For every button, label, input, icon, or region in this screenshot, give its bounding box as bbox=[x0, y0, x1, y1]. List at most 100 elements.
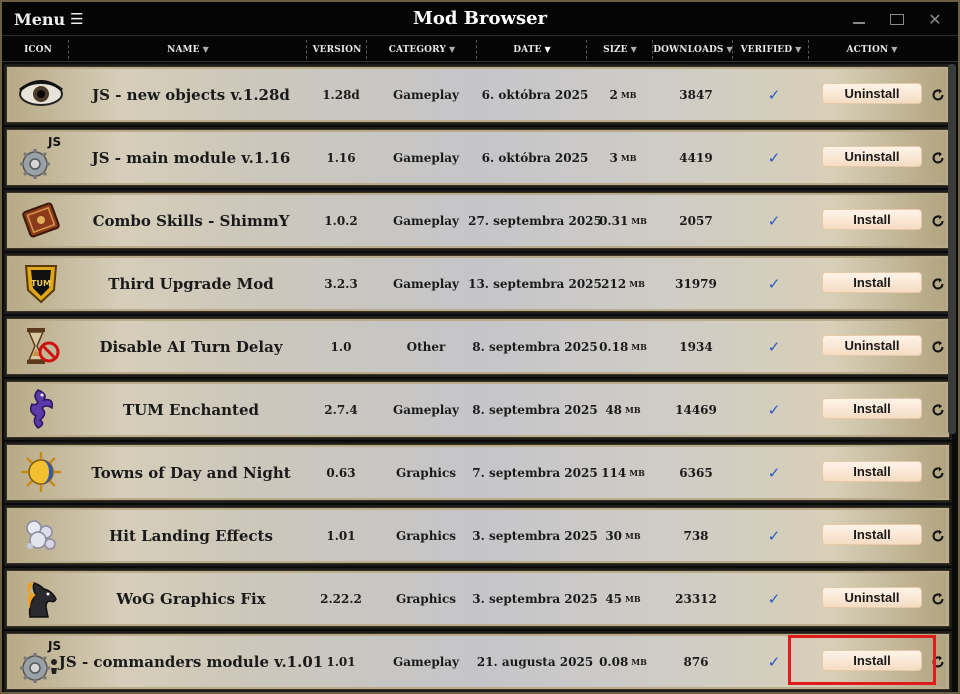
mod-name: JS - main module v.1.16 bbox=[91, 148, 291, 167]
refresh-icon[interactable] bbox=[931, 276, 945, 290]
mod-size: 30 MB bbox=[590, 507, 656, 564]
mod-date: 3. septembra 2025 bbox=[472, 528, 598, 543]
install-button[interactable]: Install bbox=[822, 650, 922, 671]
mod-category: Gameplay bbox=[392, 213, 460, 228]
mod-name: Combo Skills - ShimmY bbox=[92, 211, 290, 230]
mod-version: 2.7.4 bbox=[324, 402, 358, 417]
mod-name: Hit Landing Effects bbox=[109, 526, 273, 545]
close-button[interactable]: ✕ bbox=[920, 6, 950, 32]
column-divider[interactable] bbox=[732, 40, 733, 59]
refresh-icon[interactable] bbox=[931, 213, 945, 227]
sort-arrow-active-icon: ▼ bbox=[544, 45, 551, 54]
column-header-name[interactable]: NAME ▼ bbox=[70, 37, 306, 62]
menu-button[interactable]: Menu ☰ bbox=[14, 8, 84, 30]
mod-date: 13. septembra 2025 bbox=[468, 276, 602, 291]
mod-version: 1.0.2 bbox=[324, 213, 358, 228]
close-icon: ✕ bbox=[928, 9, 942, 29]
verified-check-mark: ✓ bbox=[767, 526, 781, 545]
uninstall-button[interactable]: Uninstall bbox=[822, 146, 922, 167]
js-icon-text: JS bbox=[47, 639, 61, 653]
mod-size-unit: MB bbox=[625, 404, 641, 415]
mod-downloads: 14469 bbox=[675, 402, 717, 417]
mod-size: 0.18 MB bbox=[590, 318, 656, 375]
mod-category: Other bbox=[406, 339, 446, 354]
mod-version: 1.01 bbox=[326, 528, 356, 543]
sort-arrow-icon: ▼ bbox=[630, 45, 637, 54]
mod-version: 1.0 bbox=[330, 339, 352, 354]
verified-check-mark: ✓ bbox=[767, 400, 781, 419]
mod-row[interactable]: JS - new objects v.1.28d 1.28d Gameplay … bbox=[4, 64, 952, 125]
column-header-version[interactable]: VERSION bbox=[308, 37, 366, 62]
refresh-icon[interactable] bbox=[931, 87, 945, 101]
install-button[interactable]: Install bbox=[822, 272, 922, 293]
mod-row[interactable]: Hit Landing Effects 1.01 Graphics 3. sep… bbox=[4, 505, 952, 566]
uninstall-button[interactable]: Uninstall bbox=[822, 83, 922, 104]
mod-row[interactable]: TUM Enchanted 2.7.4 Gameplay 8. septembr… bbox=[4, 379, 952, 440]
mod-row[interactable]: Disable AI Turn Delay 1.0 Other 8. septe… bbox=[4, 316, 952, 377]
mod-date: 6. októbra 2025 bbox=[481, 150, 589, 165]
column-header-downloads[interactable]: DOWNLOADS ▼ bbox=[653, 37, 733, 62]
mod-size-value: 48 bbox=[605, 402, 623, 417]
column-divider[interactable] bbox=[586, 40, 587, 59]
column-divider[interactable] bbox=[68, 40, 69, 59]
column-header-verified[interactable]: VERIFIED ▼ bbox=[734, 37, 808, 62]
window-controls: ✕ bbox=[844, 6, 950, 32]
column-header-size[interactable]: SIZE ▼ bbox=[588, 37, 652, 62]
install-button[interactable]: Install bbox=[822, 398, 922, 419]
column-header-verified-label: VERIFIED bbox=[740, 44, 793, 55]
column-divider[interactable] bbox=[808, 40, 809, 59]
mod-row[interactable]: TUM Third Upgrade Mod 3.2.3 Gameplay 13.… bbox=[4, 253, 952, 314]
mod-date: 21. augusta 2025 bbox=[476, 654, 594, 669]
refresh-icon[interactable] bbox=[931, 528, 945, 542]
verified-check-mark: ✓ bbox=[767, 337, 781, 356]
mod-downloads: 23312 bbox=[675, 591, 717, 606]
column-header-size-label: SIZE bbox=[603, 44, 628, 55]
mod-category: Graphics bbox=[395, 528, 457, 543]
column-divider[interactable] bbox=[476, 40, 477, 59]
column-header-category[interactable]: CATEGORY ▼ bbox=[368, 37, 476, 62]
mod-downloads: 1934 bbox=[679, 339, 713, 354]
install-button[interactable]: Install bbox=[822, 461, 922, 482]
refresh-icon[interactable] bbox=[931, 591, 945, 605]
sun-moon-icon bbox=[18, 449, 64, 495]
mod-category: Gameplay bbox=[392, 150, 460, 165]
install-button[interactable]: Install bbox=[822, 524, 922, 545]
uninstall-button[interactable]: Uninstall bbox=[822, 335, 922, 356]
maximize-button[interactable] bbox=[882, 6, 912, 32]
column-header-action[interactable]: ACTION ▼ bbox=[810, 37, 934, 62]
mod-date: 6. októbra 2025 bbox=[481, 87, 589, 102]
mod-row[interactable]: Combo Skills - ShimmY 1.0.2 Gameplay 27.… bbox=[4, 190, 952, 251]
minimize-button[interactable] bbox=[844, 6, 874, 32]
column-header-date[interactable]: DATE ▼ bbox=[478, 37, 586, 62]
verified-check-icon: ✓ bbox=[736, 444, 812, 501]
mod-browser-window: Menu ☰ Mod Browser ✕ ICON NAME ▼ VERSION … bbox=[0, 0, 960, 694]
mod-name: Disable AI Turn Delay bbox=[99, 337, 283, 356]
tum-icon-text: TUM bbox=[31, 279, 51, 288]
refresh-icon[interactable] bbox=[931, 402, 945, 416]
mod-size-unit: MB bbox=[620, 152, 637, 163]
scrollbar-thumb[interactable] bbox=[948, 64, 956, 434]
uninstall-button[interactable]: Uninstall bbox=[822, 587, 922, 608]
install-button[interactable]: Install bbox=[822, 209, 922, 230]
mod-size: 48 MB bbox=[590, 381, 656, 438]
mod-size-unit: MB bbox=[625, 530, 641, 541]
refresh-icon[interactable] bbox=[931, 150, 945, 164]
mod-size-value: 0.31 bbox=[599, 213, 629, 228]
column-divider[interactable] bbox=[306, 40, 307, 59]
verified-check-mark: ✓ bbox=[767, 463, 781, 482]
mod-downloads: 2057 bbox=[679, 213, 713, 228]
refresh-icon[interactable] bbox=[931, 654, 945, 668]
mod-version: 1.01 bbox=[326, 654, 356, 669]
mod-version: 3.2.3 bbox=[324, 276, 358, 291]
mod-category: Graphics bbox=[395, 591, 457, 606]
mod-row[interactable]: WoG Graphics Fix 2.22.2 Graphics 3. sept… bbox=[4, 568, 952, 629]
mod-size-unit: MB bbox=[625, 593, 641, 604]
verified-check-mark: ✓ bbox=[767, 652, 781, 671]
refresh-icon[interactable] bbox=[931, 339, 945, 353]
mod-row[interactable]: JS JS - commanders module v.1.01 1.01 Ga… bbox=[4, 631, 952, 692]
mod-row[interactable]: JS JS - main module v.1.16 1.16 Gameplay… bbox=[4, 127, 952, 188]
refresh-icon[interactable] bbox=[931, 465, 945, 479]
column-divider[interactable] bbox=[366, 40, 367, 59]
mod-row[interactable]: Towns of Day and Night 0.63 Graphics 7. … bbox=[4, 442, 952, 503]
mod-category: Gameplay bbox=[392, 402, 460, 417]
